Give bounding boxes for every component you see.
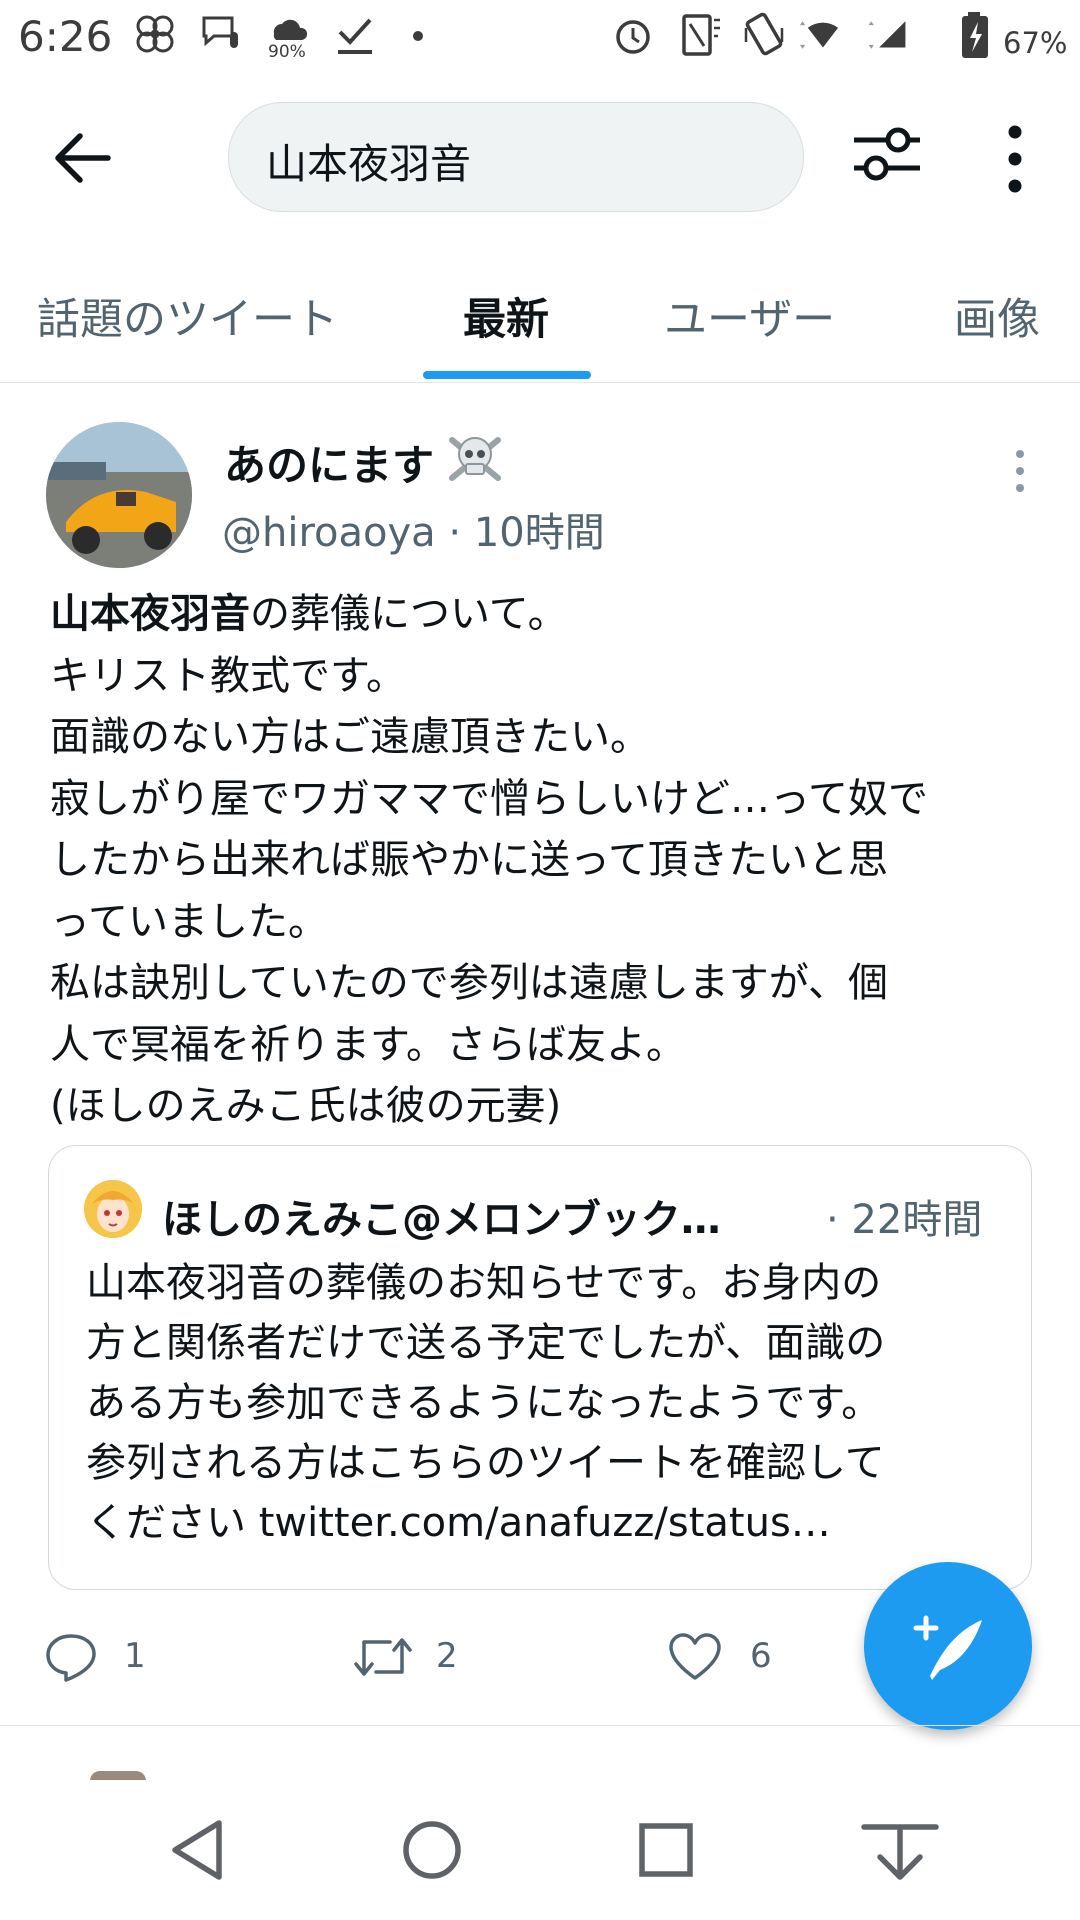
back-button[interactable] xyxy=(48,122,120,194)
tab-images[interactable]: 画像 xyxy=(954,285,1040,347)
divider xyxy=(0,1725,1080,1726)
avatar[interactable] xyxy=(46,422,192,568)
square-recents-icon xyxy=(639,1823,693,1877)
more-options-button[interactable] xyxy=(995,124,1035,194)
nfc-icon xyxy=(682,14,720,56)
quoted-tweet-text: 山本夜羽音の葬儀のお知らせです。お身内の 方と関係者だけで送る予定でしたが、面識… xyxy=(86,1260,886,1546)
pinwheel-icon xyxy=(136,15,174,53)
speech-bubble-icon xyxy=(46,1634,96,1682)
tweet-text-rest: の葬儀について。 キリスト教式です。 面識のない方はご遠慮頂きたい。 寂しがり屋… xyxy=(50,591,928,1129)
reply-button[interactable] xyxy=(44,1632,98,1682)
nav-back-button[interactable] xyxy=(163,1815,233,1885)
battery-percent: 67% xyxy=(1003,26,1068,60)
status-time: 6:26 xyxy=(18,12,113,61)
handle-and-time[interactable]: @hiroaoya · 10時間 xyxy=(222,500,605,558)
more-vertical-icon xyxy=(1016,450,1024,492)
voice-message-icon xyxy=(202,16,238,48)
more-vertical-icon xyxy=(1008,125,1022,193)
tweet-text: 山本夜羽音の葬儀について。 キリスト教式です。 面識のない方はご遠慮頂きたい。 … xyxy=(50,584,1040,1138)
like-count: 6 xyxy=(750,1636,772,1676)
status-bar: 6:26 90% 67% xyxy=(0,0,1080,80)
vibrate-icon xyxy=(744,12,784,56)
nav-home-button[interactable] xyxy=(397,1815,467,1885)
retweet-count: 2 xyxy=(436,1636,458,1676)
signal-icon xyxy=(868,21,906,49)
tab-latest[interactable]: 最新 xyxy=(463,285,549,347)
search-filter-button[interactable] xyxy=(850,122,924,186)
active-tab-indicator xyxy=(423,371,591,379)
pull-down-icon xyxy=(861,1824,939,1880)
tweet-more-button[interactable] xyxy=(1010,448,1030,494)
notification-dot-icon xyxy=(413,31,423,41)
arrow-left-icon xyxy=(55,133,111,183)
sliders-icon xyxy=(854,127,920,181)
nav-notifications-button[interactable] xyxy=(860,1815,940,1885)
retweet-button[interactable] xyxy=(352,1632,414,1682)
avatar-image xyxy=(46,422,192,568)
tab-users[interactable]: ユーザー xyxy=(664,285,835,347)
quoted-time: · 22時間 xyxy=(826,1197,983,1243)
download-done-icon xyxy=(338,18,372,54)
search-highlight: 山本夜羽音 xyxy=(50,591,250,637)
divider xyxy=(0,382,1080,383)
quoted-avatar-image xyxy=(84,1180,142,1238)
circle-home-icon xyxy=(403,1821,461,1879)
reply-count: 1 xyxy=(124,1636,146,1676)
nav-recents-button[interactable] xyxy=(631,1815,701,1885)
wifi-icon xyxy=(799,21,839,49)
feather-plus-icon xyxy=(913,1615,982,1680)
battery-icon xyxy=(962,12,988,58)
quoted-display-name: ほしのえみこ@メロンブック… xyxy=(162,1197,721,1243)
alarm-icon xyxy=(616,20,650,54)
skull-crossbones-icon xyxy=(449,437,501,481)
triangle-back-icon xyxy=(172,1820,222,1880)
display-name[interactable]: あのにます xyxy=(224,432,434,493)
weather-percent: 90% xyxy=(268,42,306,62)
search-query[interactable]: 山本夜羽音 xyxy=(266,130,471,190)
retweet-icon xyxy=(354,1638,412,1676)
heart-icon xyxy=(669,1633,721,1680)
tab-top-tweets[interactable]: 話題のツイート xyxy=(37,285,338,347)
like-button[interactable] xyxy=(668,1632,722,1682)
quoted-avatar xyxy=(84,1180,142,1238)
